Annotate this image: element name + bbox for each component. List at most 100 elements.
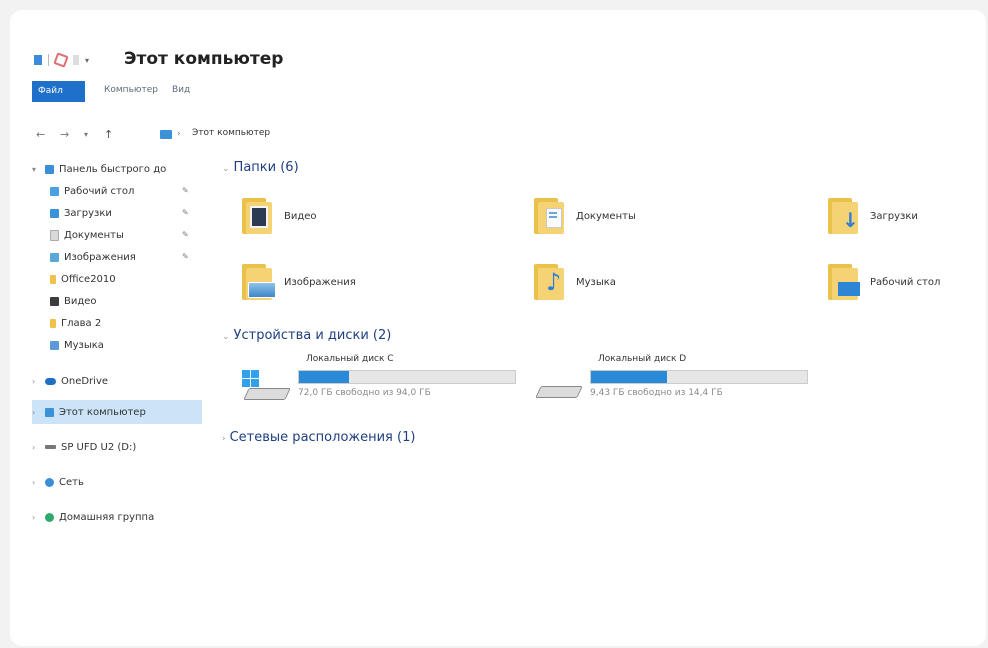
nav-videos[interactable]: Видео (50, 292, 97, 310)
toolbar-divider (48, 54, 49, 66)
folder-desktop[interactable]: Рабочий стол (826, 260, 940, 304)
expand-icon[interactable]: › (32, 443, 40, 452)
desktop-folder-icon (826, 262, 860, 302)
chevron-right-icon[interactable]: › (222, 434, 226, 444)
nav-label: Изображения (64, 251, 136, 263)
nav-label: OneDrive (61, 375, 109, 387)
folder-videos[interactable]: Видео (240, 194, 317, 238)
drive-free-space: 72,0 ГБ свободно из 94,0 ГБ (298, 388, 431, 398)
folder-label: Рабочий стол (870, 276, 941, 288)
ribbon-tabs: Файл Компьютер Вид (32, 81, 986, 103)
up-icon[interactable]: ↑ (104, 128, 113, 141)
music-folder-icon (50, 340, 59, 350)
documents-folder-icon (532, 196, 566, 236)
folder-label: Видео (284, 210, 317, 222)
drive-usage-fill (591, 371, 667, 383)
tab-view[interactable]: Вид (172, 85, 190, 95)
chevron-down-icon[interactable]: ⌄ (222, 332, 230, 342)
nav-desktop[interactable]: Рабочий стол (50, 182, 134, 200)
downloads-folder-icon: ↓ (826, 196, 860, 236)
documents-folder-icon (50, 229, 59, 241)
folder-label: Документы (576, 210, 636, 222)
nav-quick-access[interactable]: ▾ Панель быстрого до (32, 160, 212, 178)
pin-icon: ✎ (182, 252, 189, 261)
forward-icon[interactable]: → (60, 128, 69, 141)
nav-pictures[interactable]: Изображения (50, 248, 136, 266)
onedrive-icon (45, 377, 56, 385)
folder-pictures[interactable]: Изображения (240, 260, 356, 304)
customize-toolbar-icon[interactable]: ▾ (85, 56, 89, 65)
drive-usage-bar (590, 370, 808, 384)
title-bar: ▾ Этот компьютер (32, 40, 986, 80)
nav-onedrive[interactable]: › OneDrive (32, 372, 108, 390)
new-folder-icon[interactable] (73, 55, 79, 65)
nav-label: Панель быстрого до (59, 163, 167, 175)
nav-documents[interactable]: Документы (50, 226, 124, 244)
nav-office2010[interactable]: Office2010 (50, 270, 116, 288)
recent-locations-icon[interactable]: ▾ (84, 130, 88, 139)
desktop-folder-icon (50, 186, 59, 196)
pictures-folder-icon (240, 262, 276, 302)
network-icon (45, 477, 54, 487)
address-bar: ← → ▾ ↑ › Этот компьютер (32, 126, 986, 146)
nav-label: SP UFD U2 (D:) (61, 441, 137, 453)
nav-label: Загрузки (64, 207, 112, 219)
expand-icon[interactable]: › (32, 377, 40, 386)
this-pc-icon (45, 407, 54, 417)
nav-this-pc[interactable]: › Этот компьютер (32, 400, 202, 424)
navigation-pane: ▾ Панель быстрого до Рабочий стол ✎ Загр… (32, 160, 212, 630)
windows-drive-icon (240, 368, 291, 402)
nav-label: Этот компьютер (59, 406, 146, 418)
drive-usage-fill (299, 371, 349, 383)
image-frame: ▾ Этот компьютер Файл Компьютер Вид ← → … (10, 10, 986, 646)
videos-folder-icon (240, 196, 274, 236)
folder-icon (50, 318, 56, 328)
pin-icon: ✎ (182, 186, 189, 195)
chevron-down-icon[interactable]: ⌄ (222, 164, 230, 174)
homegroup-icon (45, 512, 54, 522)
drive-c[interactable]: Локальный диск C 72,0 ГБ свободно из 94,… (240, 354, 530, 414)
expand-icon[interactable]: › (32, 408, 40, 417)
content-pane: ⌄ Папки (6) Видео Документы ↓ Загрузки И… (222, 160, 986, 630)
nav-label: Видео (64, 295, 97, 307)
collapse-icon[interactable]: ▾ (32, 165, 40, 174)
devices-section-header[interactable]: ⌄ Устройства и диски (2) (222, 328, 391, 343)
nav-label: Домашняя группа (59, 511, 155, 523)
star-icon (45, 164, 54, 174)
tab-file[interactable]: Файл (32, 81, 85, 102)
folders-section-header[interactable]: ⌄ Папки (6) (222, 160, 299, 175)
breadcrumb-path[interactable]: Этот компьютер (192, 128, 270, 138)
pin-icon: ✎ (182, 230, 189, 239)
drive-name: Локальный диск C (306, 354, 394, 364)
nav-label: Глава 2 (61, 317, 102, 329)
folder-icon (50, 274, 56, 284)
nav-chapter2[interactable]: Глава 2 (50, 314, 101, 332)
nav-label: Документы (64, 229, 124, 241)
nav-network[interactable]: › Сеть (32, 473, 84, 491)
folder-downloads[interactable]: ↓ Загрузки (826, 194, 918, 238)
folder-music[interactable]: ♪ Музыка (532, 260, 616, 304)
nav-music[interactable]: Музыка (50, 336, 104, 354)
nav-homegroup[interactable]: › Домашняя группа (32, 508, 154, 526)
pin-icon: ✎ (182, 208, 189, 217)
folder-documents[interactable]: Документы (532, 194, 636, 238)
drive-free-space: 9,43 ГБ свободно из 14,4 ГБ (590, 388, 723, 398)
section-title: Папки (6) (233, 160, 299, 175)
nav-downloads[interactable]: Загрузки (50, 204, 112, 222)
back-icon[interactable]: ← (36, 128, 45, 141)
app-icon[interactable] (34, 55, 42, 65)
downloads-folder-icon (50, 208, 59, 218)
undo-icon[interactable] (53, 52, 69, 68)
expand-icon[interactable]: › (32, 478, 40, 487)
quick-access-toolbar: ▾ (34, 52, 89, 68)
expand-icon[interactable]: › (32, 513, 40, 522)
folder-label: Музыка (576, 276, 616, 288)
folder-label: Изображения (284, 276, 356, 288)
tab-computer[interactable]: Компьютер (104, 85, 158, 95)
breadcrumb-chevron-icon: › (177, 129, 181, 139)
hard-drive-icon (532, 368, 583, 402)
drive-name: Локальный диск D (598, 354, 687, 364)
network-section-header[interactable]: › Сетевые расположения (1) (222, 430, 415, 445)
drive-d[interactable]: Локальный диск D 9,43 ГБ свободно из 14,… (532, 354, 822, 414)
nav-usb-drive[interactable]: › SP UFD U2 (D:) (32, 438, 136, 456)
